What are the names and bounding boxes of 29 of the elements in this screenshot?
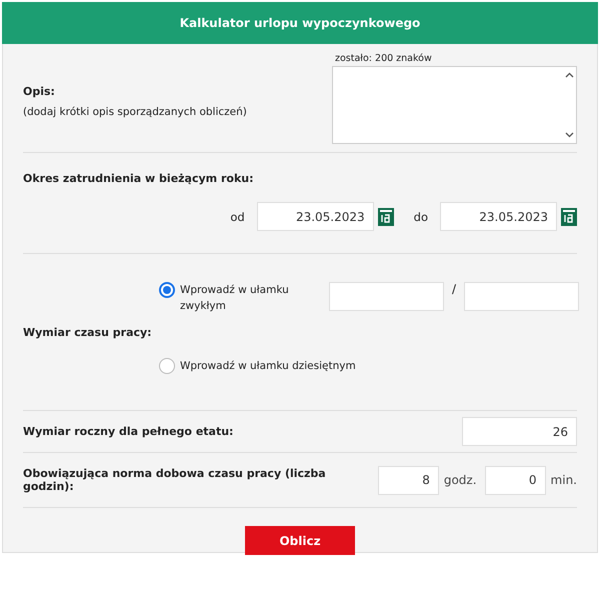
- scroll-up-icon[interactable]: [564, 72, 574, 78]
- date-label: od: [230, 210, 245, 224]
- calendar-icon[interactable]: [561, 208, 577, 226]
- radio-label: Wprowadź w ułamku dziesiętnym: [180, 359, 356, 374]
- minutes-field[interactable]: 0: [484, 466, 546, 494]
- scroll-down-icon[interactable]: [564, 132, 574, 138]
- fraction-slash: /: [452, 282, 456, 296]
- character-counter: zostało: 200 znaków: [334, 52, 433, 64]
- calculator-title: Kalkulator urlopu wypoczynkowego: [180, 16, 420, 30]
- date-field[interactable]: 23.05.2023: [440, 202, 557, 231]
- denominator-field[interactable]: [464, 282, 580, 311]
- daily-norm-label: Obowiązująca norma dobowa czasu pracy (liczba godzin):: [23, 467, 327, 493]
- minutes-unit: min.: [550, 473, 577, 487]
- radio-button[interactable]: [159, 358, 175, 374]
- calendar-icon[interactable]: [378, 208, 394, 226]
- calculate-button[interactable]: Oblicz: [245, 526, 355, 555]
- employment-period-label: Okres zatrudnienia w bieżącym roku:: [23, 172, 254, 185]
- date-field[interactable]: 23.05.2023: [256, 202, 374, 231]
- hours-field[interactable]: 8: [378, 466, 439, 494]
- work-time-label: Wymiar czasu pracy:: [23, 326, 153, 338]
- date-label: do: [414, 210, 428, 224]
- numerator-field[interactable]: [329, 282, 444, 311]
- radio-label: Wprowadź w ułamku zwykłym: [180, 283, 290, 314]
- radio-button[interactable]: [159, 282, 175, 298]
- annual-leave-field[interactable]: 26: [462, 417, 577, 446]
- description-hint: (dodaj krótki opis sporządzanych obliczeń): [23, 106, 247, 118]
- hours-unit: godz.: [444, 473, 477, 487]
- description-label: Opis:: [23, 84, 56, 98]
- annual-leave-label: Wymiar roczny dla pełnego etatu:: [23, 425, 234, 438]
